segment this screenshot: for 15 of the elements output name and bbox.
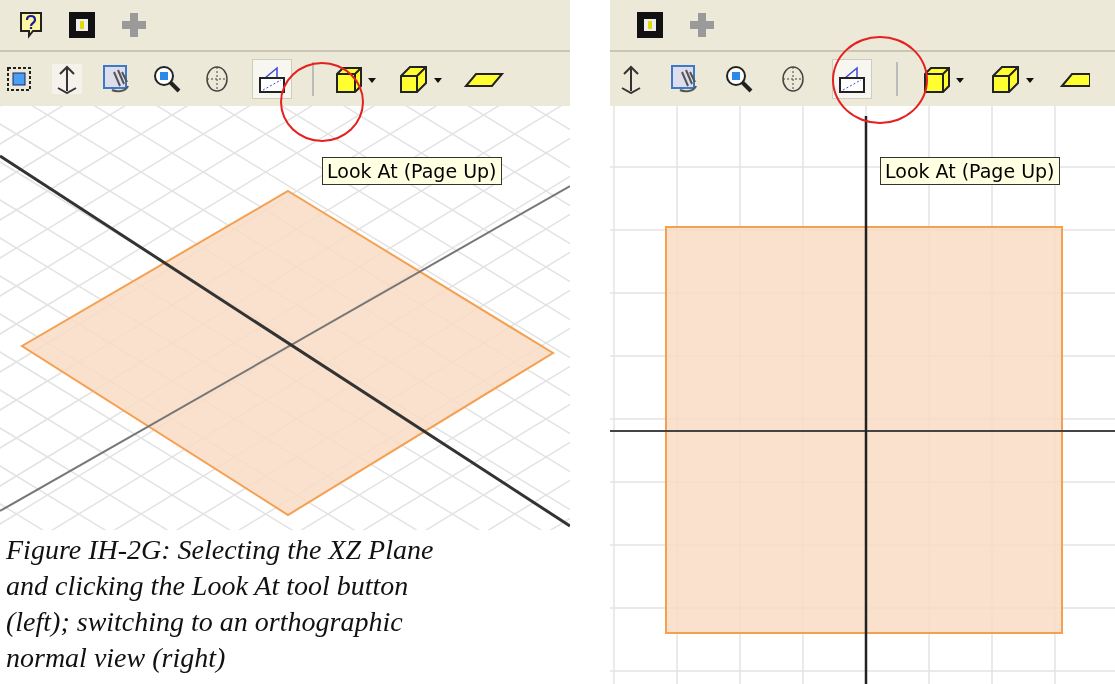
pan-hand-icon[interactable] [670, 64, 700, 94]
cuboid-icon[interactable] [398, 64, 444, 94]
tooltip: Look At (Page Up) [880, 157, 1060, 185]
cube-icon[interactable] [922, 64, 966, 94]
look-at-icon[interactable] [832, 59, 872, 99]
zoom-icon[interactable] [724, 64, 754, 94]
tooltip: Look At (Page Up) [322, 157, 502, 185]
box-select-icon[interactable] [6, 66, 32, 92]
pan-hand-icon[interactable] [102, 64, 132, 94]
figure-caption: Figure IH-2G: Selecting the XZ Plane and clicking the Look At tool button (left); switching to an orthographic normal view (right) [6, 533, 435, 675]
cube-icon[interactable] [334, 64, 378, 94]
help-icon[interactable] [18, 11, 44, 39]
zoom-icon[interactable] [152, 64, 182, 94]
cuboid-icon[interactable] [990, 64, 1036, 94]
look-at-icon[interactable] [252, 59, 292, 99]
